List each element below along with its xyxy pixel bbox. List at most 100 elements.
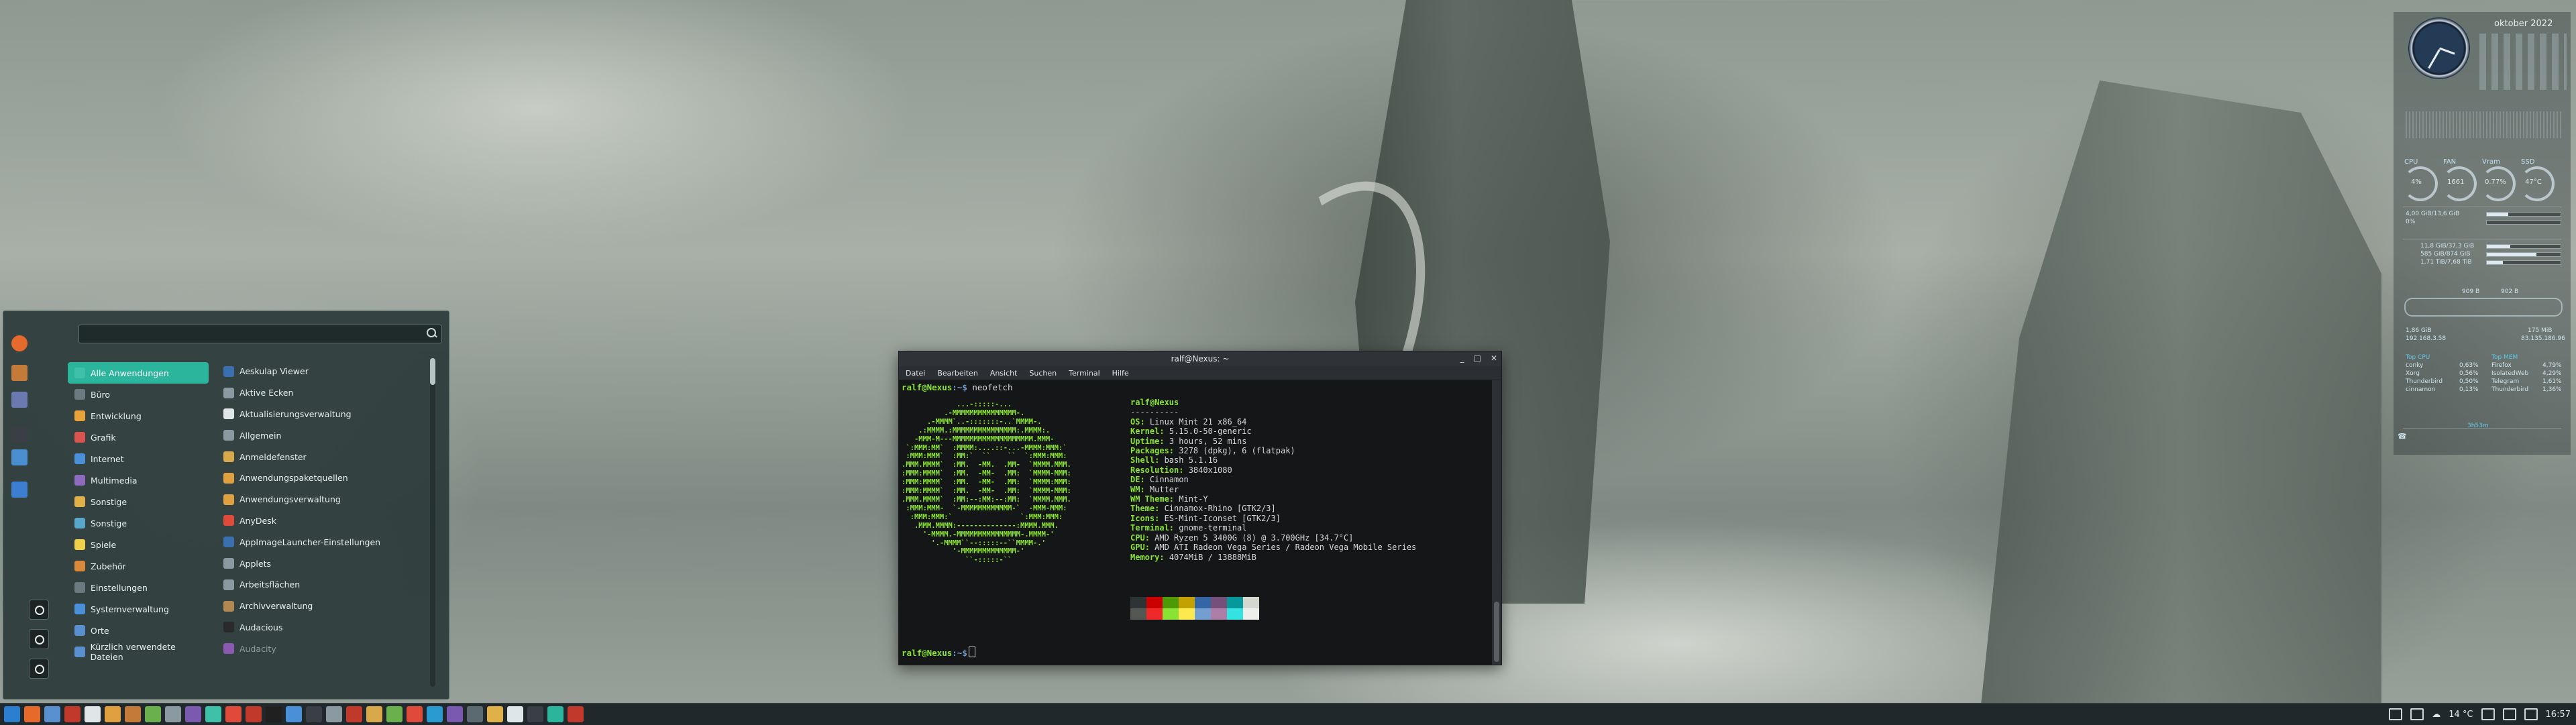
document-icon[interactable] — [11, 482, 28, 498]
taskbar-launcher-icon[interactable] — [24, 706, 40, 722]
category-item[interactable]: Spiele — [68, 534, 209, 555]
terminal-icon[interactable] — [11, 427, 28, 443]
category-item[interactable]: Systemverwaltung — [68, 598, 209, 620]
volume-icon[interactable] — [2502, 708, 2516, 720]
taskbar-launcher-icon[interactable] — [407, 706, 423, 722]
terminal-titlebar[interactable]: ralf@Nexus: ~ _ □ ✕ — [899, 351, 1501, 366]
category-label: Entwicklung — [91, 410, 142, 421]
taskbar-launcher-icon[interactable] — [105, 706, 121, 722]
category-item[interactable]: Sonstige — [68, 512, 209, 534]
app-item[interactable]: Anwendungspaketquellen — [218, 467, 426, 489]
taskbar-launcher-icon[interactable] — [286, 706, 302, 722]
terminal-scrollbar[interactable] — [1492, 380, 1501, 665]
app-item[interactable]: Aktive Ecken — [218, 382, 426, 404]
scrollbar-thumb[interactable] — [1494, 602, 1499, 662]
taskbar-launcher-icon[interactable] — [527, 706, 543, 722]
taskbar-launcher-icon[interactable] — [44, 706, 60, 722]
app-item[interactable]: Audacious — [218, 617, 426, 638]
taskbar-launcher-icon[interactable] — [266, 706, 282, 722]
app-item[interactable]: Allgemein — [218, 425, 426, 446]
settings-icon[interactable] — [11, 392, 28, 408]
network-icon[interactable] — [2481, 708, 2495, 720]
menu-hilfe[interactable]: Hilfe — [1112, 369, 1129, 378]
top-cpu-val: 0,56% — [2459, 370, 2479, 377]
keyboard-icon[interactable] — [2389, 708, 2403, 720]
clock[interactable]: 16:57 — [2546, 710, 2571, 720]
category-item[interactable]: Büro — [68, 384, 209, 405]
package-icon[interactable] — [11, 365, 28, 381]
taskbar-launcher-icon[interactable] — [366, 706, 382, 722]
category-item[interactable]: Alle Anwendungen — [68, 362, 209, 384]
weather-text[interactable]: 14 °C — [2449, 710, 2473, 720]
taskbar-launcher-icon[interactable] — [568, 706, 584, 722]
app-item[interactable]: Applets — [218, 553, 426, 574]
menu-search[interactable] — [78, 325, 442, 343]
taskbar-launcher-icon[interactable] — [386, 706, 402, 722]
folder-icon[interactable] — [11, 449, 28, 465]
app-icon — [223, 537, 234, 548]
menu-ansicht[interactable]: Ansicht — [990, 369, 1018, 378]
updates-icon[interactable] — [2410, 708, 2424, 720]
application-list: Aeskulap Viewer Aktive Ecken Aktualisierun… — [218, 361, 426, 659]
taskbar-launcher-icon[interactable] — [346, 706, 362, 722]
category-item[interactable]: Internet — [68, 448, 209, 469]
scrollbar-thumb[interactable] — [430, 358, 435, 385]
app-item[interactable]: AppImageLauncher-Einstellungen — [218, 531, 426, 553]
category-item[interactable]: Grafik — [68, 427, 209, 448]
taskbar-launcher-icon[interactable] — [427, 706, 443, 722]
category-item[interactable]: Zubehör — [68, 555, 209, 577]
menu-scrollbar[interactable] — [430, 358, 435, 687]
category-item[interactable]: Einstellungen — [68, 577, 209, 598]
category-item[interactable]: Multimedia — [68, 469, 209, 491]
taskbar-launcher-icon[interactable] — [447, 706, 463, 722]
taskbar-launcher-icon[interactable] — [185, 706, 201, 722]
category-item[interactable]: Sonstige — [68, 491, 209, 512]
app-item[interactable]: Archivverwaltung — [218, 596, 426, 617]
app-item[interactable]: AnyDesk — [218, 510, 426, 532]
weather-icon[interactable]: ☁ — [2432, 710, 2440, 720]
search-input[interactable] — [79, 325, 421, 341]
firefox-icon[interactable] — [11, 335, 28, 351]
category-item[interactable]: Kürzlich verwendete Dateien — [68, 641, 209, 663]
app-item[interactable]: Anmeldefenster — [218, 446, 426, 467]
taskbar-launcher-icon[interactable] — [326, 706, 342, 722]
taskbar-launcher-icon[interactable] — [487, 706, 503, 722]
menu-datei[interactable]: Datei — [906, 369, 925, 378]
taskbar-launcher-icon[interactable] — [225, 706, 241, 722]
maximize-button[interactable]: □ — [1474, 353, 1481, 363]
app-item[interactable]: Audacity — [218, 638, 426, 659]
app-item[interactable]: Aeskulap Viewer — [218, 361, 426, 382]
minimize-button[interactable]: _ — [1460, 353, 1464, 363]
taskbar-launcher-icon[interactable] — [547, 706, 564, 722]
taskbar-launcher-icon[interactable] — [467, 706, 483, 722]
notifications-icon[interactable] — [2524, 708, 2538, 720]
disk-root-bar — [2486, 244, 2561, 249]
taskbar-launcher-icon[interactable] — [125, 706, 141, 722]
menu-suchen[interactable]: Suchen — [1029, 369, 1057, 378]
logout-button[interactable] — [29, 629, 49, 649]
app-item[interactable]: Arbeitsflächen — [218, 574, 426, 596]
app-item[interactable]: Anwendungsverwaltung — [218, 489, 426, 510]
info-row: WM Theme: Mint-Y — [1130, 494, 1208, 504]
terminal-output[interactable]: ralf@Nexus:~$ neofetch ...-:::::-... .-M… — [899, 380, 1492, 665]
taskbar-launcher-icon[interactable] — [145, 706, 161, 722]
lock-screen-button[interactable] — [29, 600, 49, 620]
taskbar-launcher-icon[interactable] — [306, 706, 322, 722]
taskbar-launcher-icon[interactable] — [205, 706, 221, 722]
info-key: DE — [1130, 475, 1140, 485]
info-key: CPU — [1130, 533, 1145, 543]
taskbar-launcher-icon[interactable] — [4, 706, 20, 722]
taskbar-launcher-icon[interactable] — [165, 706, 181, 722]
close-button[interactable]: ✕ — [1491, 353, 1497, 363]
taskbar-launcher-icon[interactable] — [64, 706, 80, 722]
menu-terminal[interactable]: Terminal — [1069, 369, 1100, 378]
category-item[interactable]: Orte — [68, 620, 209, 641]
taskbar-launcher-icon[interactable] — [85, 706, 101, 722]
shutdown-button[interactable] — [29, 659, 49, 679]
taskbar-launcher-icon[interactable] — [507, 706, 523, 722]
top-mem-val: 4,29% — [2542, 370, 2562, 377]
app-item[interactable]: Aktualisierungsverwaltung — [218, 404, 426, 425]
menu-bearbeiten[interactable]: Bearbeiten — [937, 369, 977, 378]
category-item[interactable]: Entwicklung — [68, 405, 209, 427]
taskbar-launcher-icon[interactable] — [246, 706, 262, 722]
